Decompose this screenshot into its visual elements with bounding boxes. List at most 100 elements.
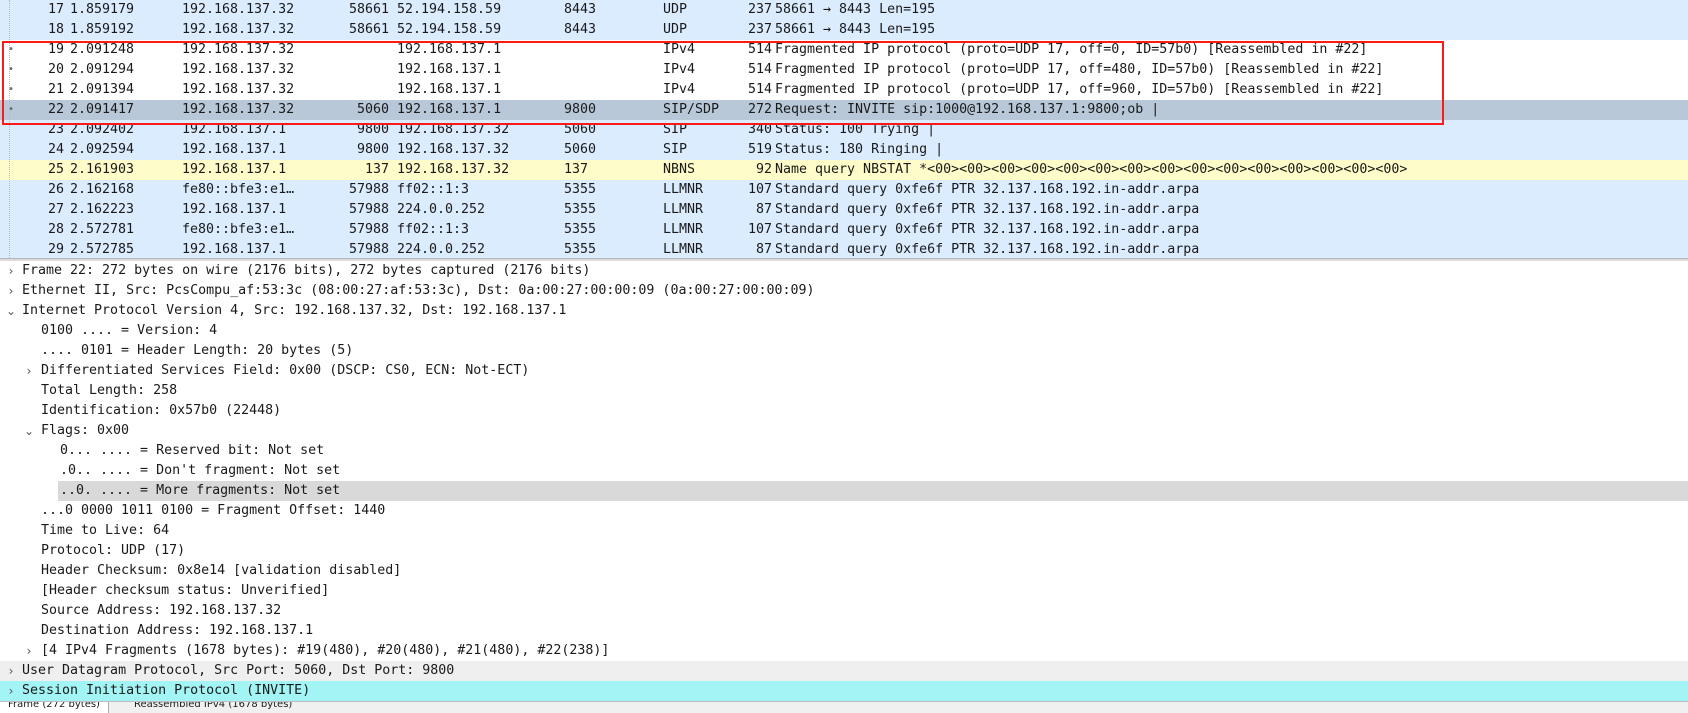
tree-item-fragments[interactable]: › [4 IPv4 Fragments (1678 bytes): #19(48… — [0, 641, 1688, 661]
tree-item-label: Flags: 0x00 — [41, 423, 130, 438]
packet-length: 92 — [755, 162, 772, 177]
packet-source: 192.168.137.1 — [182, 202, 287, 217]
packet-source: fe80::bfe3:e1… — [182, 182, 295, 197]
tree-item-more-fragments[interactable]: ..0. .... = More fragments: Not set — [0, 481, 1688, 501]
chevron-right-icon[interactable]: › — [22, 641, 36, 661]
chevron-down-icon[interactable]: ⌄ — [22, 421, 36, 441]
tree-item-ethernet[interactable]: › Ethernet II, Src: PcsCompu_af:53:3c (0… — [0, 281, 1688, 301]
tree-item-fragment-offset[interactable]: ...0 0000 1011 0100 = Fragment Offset: 1… — [0, 501, 1688, 521]
tree-item-label: Session Initiation Protocol (INVITE) — [22, 683, 311, 698]
packet-info: Status: 100 Trying | — [775, 122, 936, 137]
packet-row[interactable]: • 20 2.091294 192.168.137.32 192.168.137.1 IP… — [0, 60, 1688, 80]
packet-row[interactable]: • 22 2.091417 192.168.137.32 5060 192.168.137… — [0, 100, 1688, 120]
chevron-right-icon[interactable]: › — [4, 661, 18, 681]
packet-destination-port: 5060 — [564, 122, 597, 137]
tree-item-frame[interactable]: › Frame 22: 272 bytes on wire (2176 bits… — [0, 261, 1688, 281]
tree-item-udp[interactable]: › User Datagram Protocol, Src Port: 5060… — [0, 661, 1688, 681]
packet-protocol: SIP — [663, 122, 688, 137]
packet-info: Name query NBSTAT *<00><00><00><00><00><… — [775, 162, 1408, 177]
tree-item-label: Ethernet II, Src: PcsCompu_af:53:3c (08:… — [22, 283, 815, 298]
packet-number: 24 — [47, 142, 64, 157]
tab-frame-bytes[interactable]: Frame (272 bytes) — [0, 702, 109, 713]
packet-row[interactable]: 17 1.859179 192.168.137.32 58661 52.194.158.… — [0, 0, 1688, 20]
tree-item-label: Time to Live: 64 — [41, 523, 170, 538]
packet-row[interactable]: 28 2.572781 fe80::bfe3:e1… 57988 ff02::1:3 53… — [0, 220, 1688, 240]
packet-length: 107 — [747, 222, 772, 237]
tree-item-version[interactable]: 0100 .... = Version: 4 — [0, 321, 1688, 341]
packet-rows: 17 1.859179 192.168.137.32 58661 52.194.158.… — [0, 0, 1688, 258]
packet-source-port: 57988 — [348, 202, 389, 217]
packet-number: 27 — [47, 202, 64, 217]
packet-source: 192.168.137.32 — [182, 62, 295, 77]
tree-item-header-length[interactable]: .... 0101 = Header Length: 20 bytes (5) — [0, 341, 1688, 361]
packet-time: 2.091394 — [70, 82, 135, 97]
chevron-right-icon[interactable]: › — [4, 681, 18, 701]
tree-item-destination-address[interactable]: Destination Address: 192.168.137.1 — [0, 621, 1688, 641]
packet-row[interactable]: 18 1.859192 192.168.137.32 58661 52.194.158.… — [0, 20, 1688, 40]
tree-item-reserved-bit[interactable]: 0... .... = Reserved bit: Not set — [0, 441, 1688, 461]
packet-row[interactable]: • 21 2.091394 192.168.137.32 192.168.137.1 IP… — [0, 80, 1688, 100]
tree-item-source-address[interactable]: Source Address: 192.168.137.32 — [0, 601, 1688, 621]
packet-row[interactable]: 27 2.162223 192.168.137.1 57988 224.0.0.252 5… — [0, 200, 1688, 220]
tree-item-checksum-status[interactable]: [Header checksum status: Unverified] — [0, 581, 1688, 601]
packet-row[interactable]: • 19 2.091248 192.168.137.32 192.168.137.1 IP… — [0, 40, 1688, 60]
packet-destination: 52.194.158.59 — [397, 2, 502, 17]
packet-row[interactable]: 24 2.092594 192.168.137.1 9800 192.168.137.3… — [0, 140, 1688, 160]
packet-row[interactable]: 23 2.092402 192.168.137.1 9800 192.168.137.3… — [0, 120, 1688, 140]
packet-protocol: LLMNR — [663, 202, 704, 217]
tree-item-sip[interactable]: › Session Initiation Protocol (INVITE) — [0, 681, 1688, 701]
packet-details-tree[interactable]: › Frame 22: 272 bytes on wire (2176 bits… — [0, 261, 1688, 701]
packet-destination: 192.168.137.32 — [397, 122, 510, 137]
tree-item-protocol[interactable]: Protocol: UDP (17) — [0, 541, 1688, 561]
packet-source-port: 9800 — [356, 122, 389, 137]
packet-source: 192.168.137.1 — [182, 162, 287, 177]
tab-reassembled-ipv4[interactable]: Reassembled IPv4 (1678 bytes) — [126, 702, 300, 713]
packet-destination-port: 137 — [564, 162, 589, 177]
tree-item-dont-fragment[interactable]: .0.. .... = Don't fragment: Not set — [0, 461, 1688, 481]
packet-number: 26 — [47, 182, 64, 197]
chevron-right-icon[interactable]: › — [22, 361, 36, 381]
column-divider — [9, 0, 10, 258]
tree-item-label: ...0 0000 1011 0100 = Fragment Offset: 1… — [41, 503, 386, 518]
packet-protocol: IPv4 — [663, 82, 696, 97]
tree-item-total-length[interactable]: Total Length: 258 — [0, 381, 1688, 401]
packet-row[interactable]: 25 2.161903 192.168.137.1 137 192.168.137.32… — [0, 160, 1688, 180]
tree-item-label: Internet Protocol Version 4, Src: 192.16… — [22, 303, 567, 318]
tree-item-identification[interactable]: Identification: 0x57b0 (22448) — [0, 401, 1688, 421]
packet-time: 1.859179 — [70, 2, 135, 17]
packet-source-port: 57988 — [348, 182, 389, 197]
packet-time: 2.162168 — [70, 182, 135, 197]
tree-item-label: Destination Address: 192.168.137.1 — [41, 623, 314, 638]
tree-item-ipv4[interactable]: ⌄ Internet Protocol Version 4, Src: 192.… — [0, 301, 1688, 321]
bytes-pane-tabs: Frame (272 bytes) Reassembled IPv4 (1678… — [0, 701, 1688, 713]
tree-item-label: Total Length: 258 — [41, 383, 178, 398]
packet-row[interactable]: 29 2.572785 192.168.137.1 57988 224.0.0.252 5… — [0, 240, 1688, 258]
tree-item-flags[interactable]: ⌄ Flags: 0x00 — [0, 421, 1688, 441]
packet-list[interactable]: 17 1.859179 192.168.137.32 58661 52.194.158.… — [0, 0, 1688, 258]
tree-item-ttl[interactable]: Time to Live: 64 — [0, 521, 1688, 541]
packet-number: 28 — [47, 222, 64, 237]
tree-item-label: .... 0101 = Header Length: 20 bytes (5) — [41, 343, 354, 358]
packet-protocol: LLMNR — [663, 242, 704, 257]
packet-destination: 192.168.137.1 — [397, 82, 502, 97]
packet-destination-port: 5060 — [564, 142, 597, 157]
packet-destination-port: 5355 — [564, 182, 597, 197]
packet-length: 107 — [747, 182, 772, 197]
packet-protocol: UDP — [663, 22, 688, 37]
packet-info: Standard query 0xfe6f PTR 32.137.168.192… — [775, 202, 1200, 217]
tree-item-label: Differentiated Services Field: 0x00 (DSC… — [41, 363, 530, 378]
chevron-right-icon[interactable]: › — [4, 281, 18, 301]
tree-item-checksum[interactable]: Header Checksum: 0x8e14 [validation disa… — [0, 561, 1688, 581]
tree-item-label: Frame 22: 272 bytes on wire (2176 bits),… — [22, 263, 591, 278]
packet-length: 272 — [747, 102, 772, 117]
chevron-right-icon[interactable]: › — [4, 261, 18, 281]
packet-time: 2.161903 — [70, 162, 135, 177]
packet-protocol: IPv4 — [663, 62, 696, 77]
packet-row[interactable]: 26 2.162168 fe80::bfe3:e1… 57988 ff02::1:3 53… — [0, 180, 1688, 200]
packet-time: 2.162223 — [70, 202, 135, 217]
tree-item-label: ..0. .... = More fragments: Not set — [60, 483, 341, 498]
chevron-down-icon[interactable]: ⌄ — [4, 301, 18, 321]
packet-info: Standard query 0xfe6f PTR 32.137.168.192… — [775, 242, 1200, 257]
tree-item-dsfield[interactable]: › Differentiated Services Field: 0x00 (D… — [0, 361, 1688, 381]
packet-length: 514 — [747, 82, 772, 97]
